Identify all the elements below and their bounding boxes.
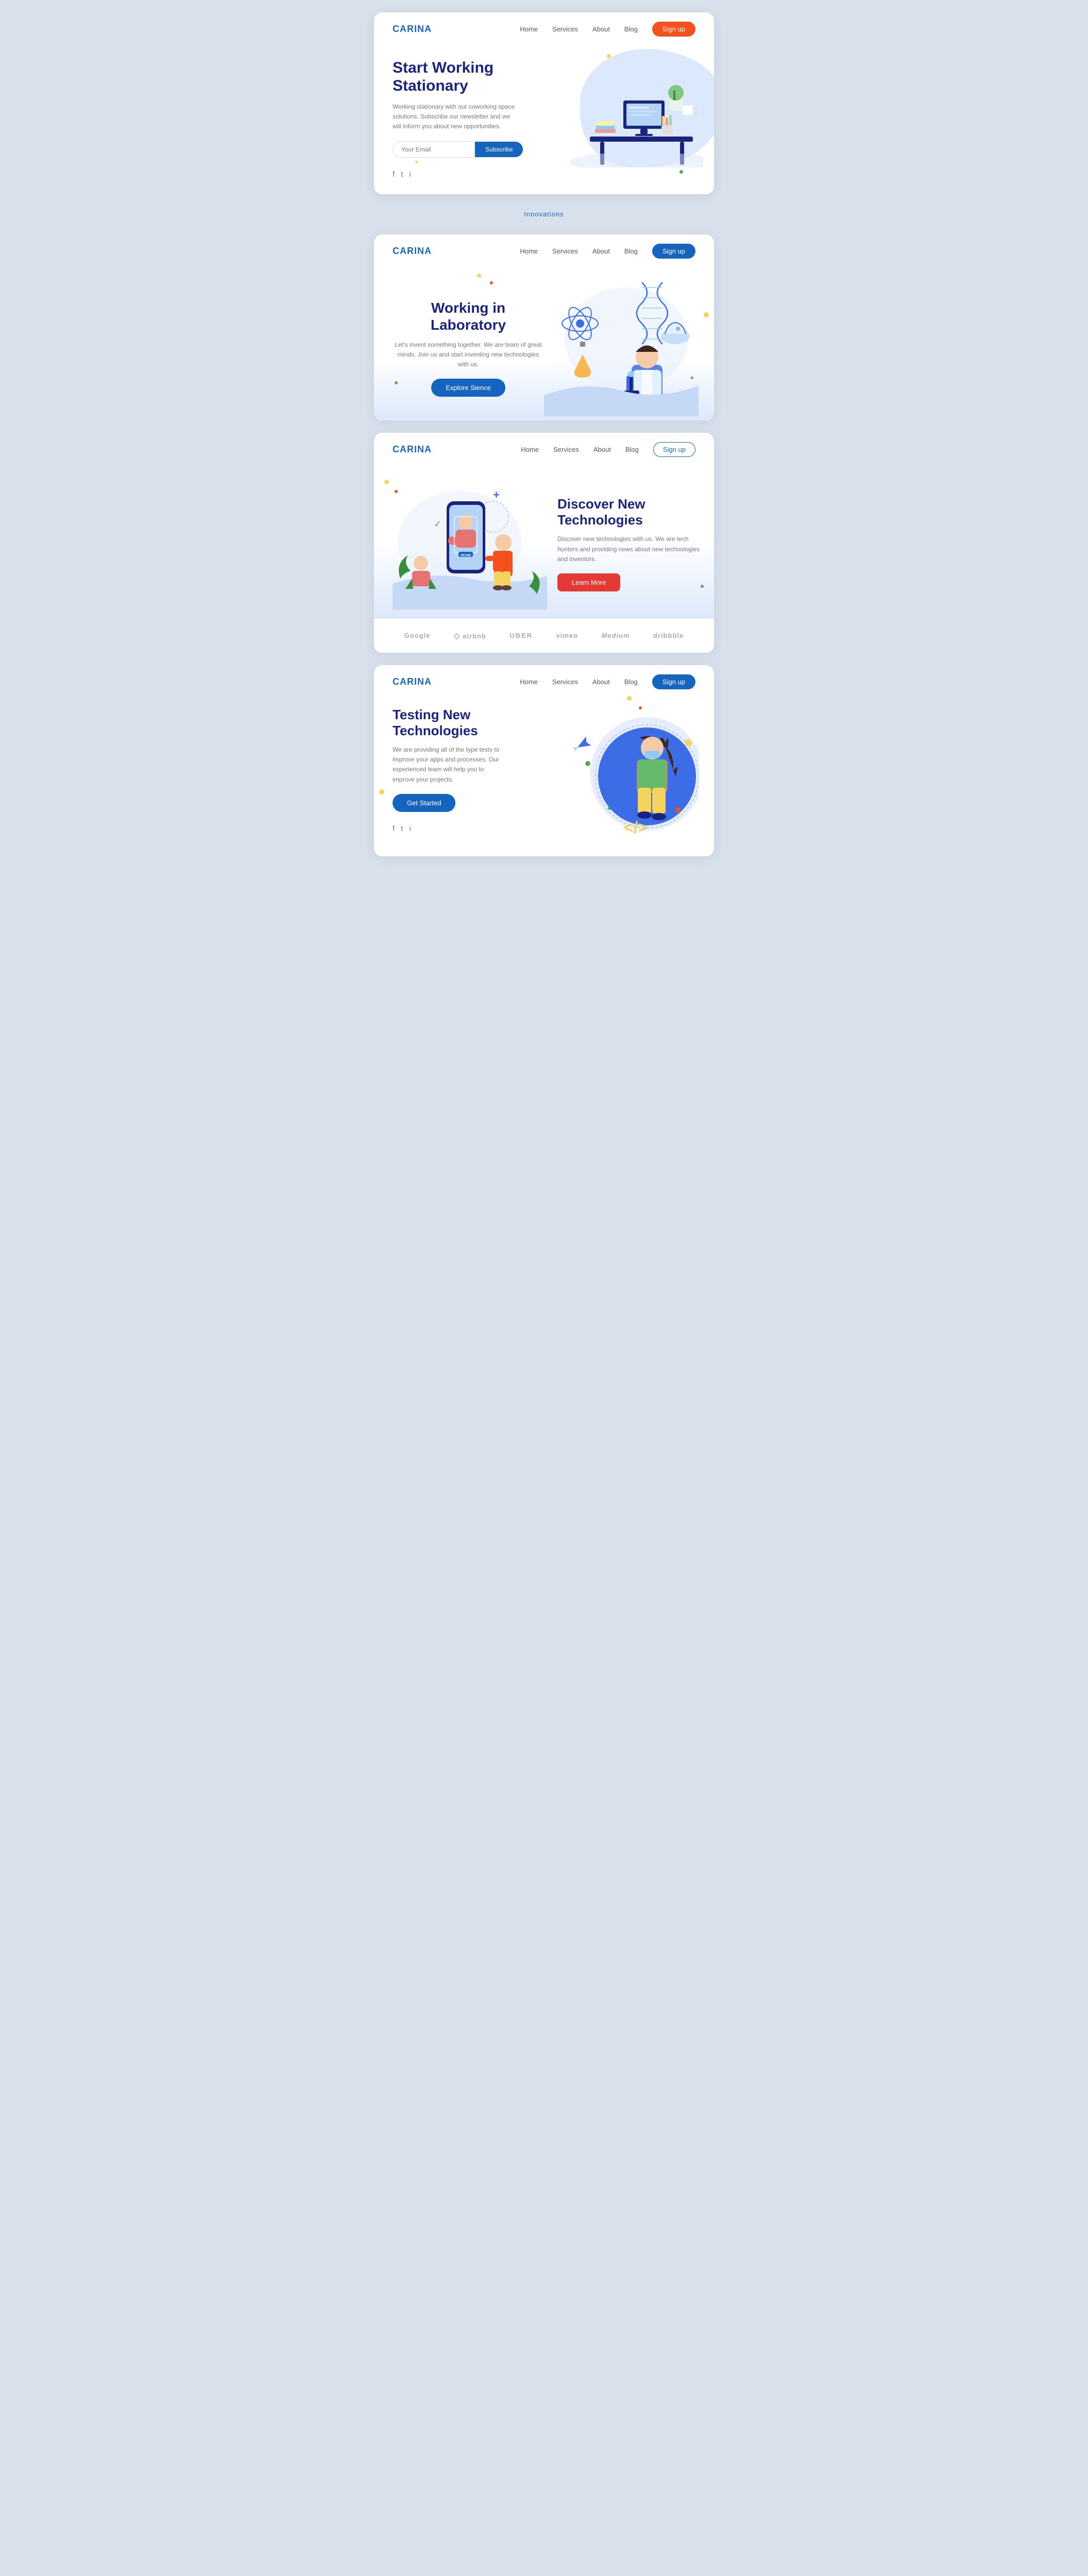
instagram-icon[interactable]: i	[409, 170, 411, 179]
nav-services-4[interactable]: Services	[552, 678, 578, 686]
nav-blog-4[interactable]: Blog	[624, 678, 638, 686]
testing-illustration: </>	[544, 702, 699, 846]
section1-card: CARINA Home Services About Blog Sign up …	[374, 12, 714, 194]
nav-3: CARINA Home Services About Blog Sign up	[374, 433, 714, 464]
s4-facebook-icon[interactable]: f	[393, 824, 395, 833]
nav-home-3[interactable]: Home	[521, 446, 539, 453]
innovations-label: Innovations	[519, 205, 569, 223]
s1-right	[559, 49, 703, 170]
svg-text:+: +	[493, 488, 500, 501]
nav-about-1[interactable]: About	[592, 25, 610, 33]
s2-title: Working in Laboratory	[393, 299, 544, 334]
brand-dribbble: dribbble	[653, 632, 684, 639]
logo-2: CARINA	[393, 246, 432, 257]
svg-text:✓: ✓	[434, 519, 441, 529]
s3-right: Discover New Technologies Discover new t…	[547, 496, 705, 591]
logo-3: CARINA	[393, 444, 432, 455]
brand-vimeo: vimeo	[556, 632, 578, 639]
s2-left: Working in Laboratory Let's invent somet…	[393, 294, 544, 397]
signup-button-3[interactable]: Sign up	[653, 442, 695, 457]
s2-body: Working in Laboratory Let's invent somet…	[374, 266, 714, 420]
airbnb-label: airbnb	[463, 632, 486, 640]
dot-y3	[384, 480, 389, 484]
nav-links-1: Home Services About Blog Sign up	[520, 22, 695, 37]
section4-card: CARINA Home Services About Blog Sign up …	[374, 665, 714, 856]
s4-instagram-icon[interactable]: i	[409, 824, 411, 833]
s4-social: f t i	[393, 824, 544, 833]
brand-uber: UBER	[509, 632, 533, 639]
nav-home-4[interactable]: Home	[520, 678, 538, 686]
nav-services-2[interactable]: Services	[552, 247, 578, 255]
logo-4: CARINA	[393, 676, 432, 687]
learn-more-button[interactable]: Learn More	[557, 573, 620, 591]
twitter-icon[interactable]: t	[401, 170, 403, 179]
subscribe-button[interactable]: Subscribe	[475, 142, 523, 157]
s3-left: + ✓ SCAN	[393, 476, 547, 612]
section2-card: CARINA Home Services About Blog Sign up …	[374, 234, 714, 420]
signup-button-2[interactable]: Sign up	[652, 244, 695, 259]
nav-4: CARINA Home Services About Blog Sign up	[374, 665, 714, 697]
email-input[interactable]	[393, 141, 475, 158]
svg-text:</>: </>	[624, 818, 648, 837]
phone-illustration: + ✓ SCAN	[393, 476, 547, 609]
s1-body: Start Working Stationary Working station…	[374, 44, 714, 194]
desk-illustration	[559, 49, 703, 167]
s1-form: Subscribe	[393, 141, 559, 158]
innovations-sep: Innovations	[0, 207, 1088, 222]
nav-services-3[interactable]: Services	[553, 446, 579, 453]
s4-desc: We are providing all of the type tests t…	[393, 745, 506, 785]
brand-medium: Medium	[601, 632, 630, 639]
nav-links-4: Home Services About Blog Sign up	[520, 674, 695, 689]
nav-about-4[interactable]: About	[592, 678, 610, 686]
brand-airbnb: ◇ airbnb	[454, 631, 486, 640]
nav-home-2[interactable]: Home	[520, 247, 538, 255]
nav-blog-3[interactable]: Blog	[625, 446, 639, 453]
signup-button-4[interactable]: Sign up	[652, 674, 695, 689]
section3-card: CARINA Home Services About Blog Sign up …	[374, 433, 714, 653]
dot-o2	[490, 281, 493, 284]
s1-desc: Working stationary with our coworking sp…	[393, 102, 516, 132]
s3-body: + ✓ SCAN	[374, 464, 714, 619]
brands-row: Google ◇ airbnb UBER vimeo Medium dribbb…	[374, 619, 714, 653]
nav-home-1[interactable]: Home	[520, 25, 538, 33]
logo-1: CARINA	[393, 24, 432, 35]
nav-2: CARINA Home Services About Blog Sign up	[374, 234, 714, 266]
s1-title: Start Working Stationary	[393, 59, 559, 95]
s4-left: Testing New Technologies We are providin…	[393, 702, 544, 833]
nav-links-3: Home Services About Blog Sign up	[521, 442, 695, 457]
s4-title: Testing New Technologies	[393, 707, 544, 739]
dot-y2	[477, 274, 481, 278]
facebook-icon[interactable]: f	[393, 170, 395, 179]
nav-1: CARINA Home Services About Blog Sign up	[374, 12, 714, 44]
dot-y4b	[379, 789, 384, 794]
s1-social: f t i	[393, 170, 559, 179]
s4-right: </>	[544, 702, 699, 846]
signup-button-1[interactable]: Sign up	[652, 22, 695, 37]
brand-google: Google	[404, 632, 431, 639]
nav-services-1[interactable]: Services	[552, 25, 578, 33]
get-started-button[interactable]: Get Started	[393, 794, 455, 812]
lab-illustration	[544, 272, 699, 416]
s4-twitter-icon[interactable]: t	[401, 824, 403, 833]
airbnb-icon: ◇	[454, 632, 461, 640]
svg-text:SCAN: SCAN	[461, 554, 471, 557]
s2-desc: Let's invent something together. We are …	[393, 340, 544, 370]
dot-green-1	[679, 170, 683, 174]
nav-about-2[interactable]: About	[592, 247, 610, 255]
explore-button[interactable]: Explore Sience	[431, 379, 505, 397]
nav-about-3[interactable]: About	[593, 446, 611, 453]
nav-blog-1[interactable]: Blog	[624, 25, 638, 33]
dot-y4	[627, 696, 632, 701]
s1-left: Start Working Stationary Working station…	[393, 49, 559, 194]
s2-right	[544, 272, 699, 419]
s3-title: Discover New Technologies	[557, 496, 705, 528]
nav-links-2: Home Services About Blog Sign up	[520, 244, 695, 259]
s3-desc: Discover new technologies with us. We ar…	[557, 534, 705, 564]
dot-y2b	[704, 312, 709, 317]
s4-body: Testing New Technologies We are providin…	[374, 697, 714, 856]
nav-blog-2[interactable]: Blog	[624, 247, 638, 255]
